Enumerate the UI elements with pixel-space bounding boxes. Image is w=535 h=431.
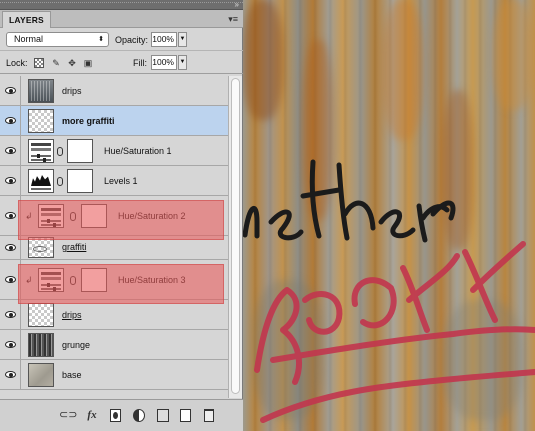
layer-row-more-graffiti[interactable]: more graffiti [0, 106, 228, 136]
link-layers-icon[interactable]: ⊂⊃ [59, 409, 77, 422]
opacity-label: Opacity: [115, 35, 149, 45]
double-chevron-icon[interactable]: » [235, 0, 239, 10]
hue-saturation-adjustment-icon [28, 139, 54, 163]
eye-icon [5, 87, 16, 94]
layer-mask-thumbnail [81, 204, 107, 228]
visibility-toggle[interactable] [0, 166, 21, 196]
layer-name: Hue/Saturation 2 [118, 211, 186, 221]
visibility-toggle[interactable] [0, 330, 21, 360]
layer-row-hue-saturation-1[interactable]: Hue/Saturation 1 [0, 136, 228, 166]
eye-icon [5, 341, 16, 348]
layer-name: grunge [62, 340, 91, 350]
visibility-toggle[interactable] [0, 196, 21, 236]
layer-name: more graffiti [62, 116, 115, 126]
panel-tab-row: LAYERS ▾≡ [0, 10, 243, 28]
eye-icon [5, 311, 16, 318]
layer-mask-thumbnail [81, 268, 107, 292]
blend-mode-value: Normal [14, 34, 44, 44]
red-tag [254, 241, 535, 423]
link-icon[interactable] [57, 147, 63, 156]
eye-icon [5, 276, 16, 283]
layer-row-graffiti[interactable]: graffiti [0, 236, 228, 260]
layer-name: graffiti [62, 242, 87, 252]
layer-mask-thumbnail [67, 169, 93, 193]
adjustment-layer-icon[interactable] [133, 409, 145, 422]
hue-saturation-adjustment-icon [38, 268, 64, 292]
lock-label: Lock: [6, 58, 28, 68]
fx-icon[interactable]: fx [84, 409, 100, 422]
layers-bottom-toolbar: ⊂⊃ fx [0, 399, 243, 431]
hue-saturation-adjustment-icon [38, 204, 64, 228]
link-icon[interactable] [70, 276, 76, 285]
layer-thumbnail [28, 109, 54, 133]
new-layer-icon[interactable] [180, 409, 191, 422]
fill-input[interactable]: 100% [151, 55, 177, 70]
eye-icon [5, 147, 16, 154]
link-icon[interactable] [70, 212, 76, 221]
panel-titlebar[interactable]: » [0, 0, 243, 10]
layer-thumbnail [28, 303, 54, 327]
clipping-arrow-icon: ↲ [25, 275, 33, 285]
layer-mask-thumbnail [67, 139, 93, 163]
layer-name: Levels 1 [104, 176, 138, 186]
layers-panel: » LAYERS ▾≡ Normal ⬍ Opacity: 100% ▼ Loc… [0, 0, 243, 431]
opacity-input[interactable]: 100% [151, 32, 177, 47]
layer-list-scrollbar[interactable] [228, 76, 242, 398]
layer-thumbnail [28, 237, 54, 258]
blend-opacity-row: Normal ⬍ Opacity: 100% ▼ [0, 29, 243, 51]
layer-row-drips-2[interactable]: drips [0, 300, 228, 330]
lock-fill-row: Lock: ✎ ✥ ▣ Fill: 100% ▼ [0, 52, 243, 74]
lock-image-icon[interactable]: ✎ [51, 58, 61, 68]
document-canvas[interactable] [243, 0, 535, 431]
eye-icon [5, 117, 16, 124]
tab-layers[interactable]: LAYERS [2, 11, 51, 28]
visibility-toggle[interactable] [0, 76, 21, 106]
visibility-toggle[interactable] [0, 260, 21, 300]
layer-row-hue-saturation-2[interactable]: ↲ Hue/Saturation 2 [0, 196, 228, 236]
layer-list: drips more graffiti Hue/Saturation 1 Lev… [0, 76, 228, 398]
panel-menu-icon[interactable]: ▾≡ [228, 13, 238, 25]
layer-row-grunge[interactable]: grunge [0, 330, 228, 360]
new-group-icon[interactable] [157, 409, 169, 422]
layer-name: drips [62, 86, 82, 96]
layer-name: Hue/Saturation 1 [104, 146, 172, 156]
eye-icon [5, 244, 16, 251]
layer-thumbnail [28, 79, 54, 103]
blend-mode-select[interactable]: Normal ⬍ [6, 32, 109, 47]
visibility-toggle[interactable] [0, 300, 21, 330]
scrollbar-thumb[interactable] [231, 78, 240, 394]
titlebar-grip [0, 2, 243, 3]
lock-transparent-icon[interactable] [34, 58, 44, 68]
visibility-toggle[interactable] [0, 136, 21, 166]
layer-thumbnail [28, 333, 54, 357]
clipping-arrow-icon: ↲ [25, 211, 33, 221]
layer-row-base[interactable]: base [0, 360, 228, 390]
layer-row-levels-1[interactable]: Levels 1 [0, 166, 228, 196]
layer-name: Hue/Saturation 3 [118, 275, 186, 285]
graffiti-drawing [243, 159, 535, 423]
add-mask-icon[interactable] [110, 409, 121, 422]
lock-all-icon[interactable]: ▣ [83, 58, 93, 68]
eye-icon [5, 212, 16, 219]
layer-row-drips[interactable]: drips [0, 76, 228, 106]
updown-arrow-icon: ⬍ [98, 36, 104, 43]
visibility-toggle[interactable] [0, 360, 21, 390]
black-tag [243, 159, 456, 243]
layer-name: base [62, 370, 82, 380]
opacity-dropdown-button[interactable]: ▼ [178, 32, 187, 47]
eye-icon [5, 371, 16, 378]
lock-position-icon[interactable]: ✥ [67, 58, 77, 68]
layer-row-hue-saturation-3[interactable]: ↲ Hue/Saturation 3 [0, 260, 228, 300]
layer-name: drips [62, 310, 82, 320]
trash-icon[interactable] [204, 409, 214, 422]
link-icon[interactable] [57, 177, 63, 186]
fill-label: Fill: [133, 58, 147, 68]
fill-dropdown-button[interactable]: ▼ [178, 55, 187, 70]
eye-icon [5, 177, 16, 184]
visibility-toggle[interactable] [0, 106, 21, 136]
layer-thumbnail [28, 363, 54, 387]
visibility-toggle[interactable] [0, 236, 21, 260]
levels-adjustment-icon [28, 169, 54, 193]
